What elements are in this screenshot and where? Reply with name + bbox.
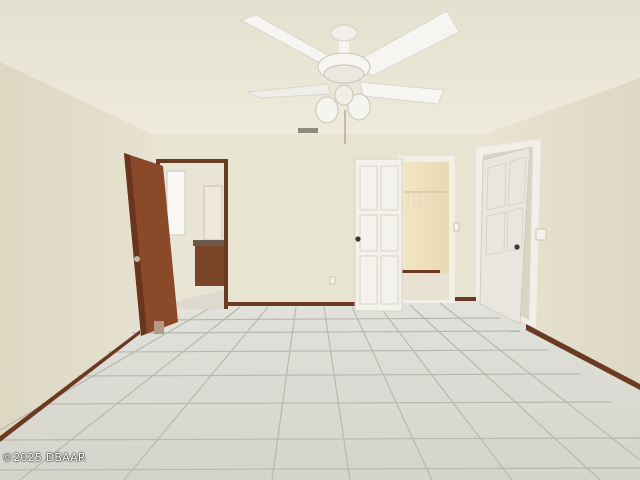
closet-baseboard — [402, 270, 440, 273]
floor-object — [154, 321, 164, 334]
wall-outlet — [329, 276, 336, 285]
room-photo — [0, 0, 640, 480]
closet-interior — [402, 162, 449, 274]
fan-light-1 — [315, 96, 339, 124]
light-switch-right[interactable] — [535, 228, 547, 241]
white-door-knob[interactable] — [355, 236, 361, 242]
bathroom-mirror — [203, 185, 223, 241]
ceiling-vent — [298, 128, 318, 133]
closet-floor — [402, 274, 449, 300]
fan-light-3 — [334, 84, 354, 106]
baseboard-back — [228, 302, 356, 306]
right-door-knob[interactable] — [514, 244, 520, 250]
copyright-watermark: ©2025 DBAAR — [2, 451, 86, 464]
wood-door-knob[interactable] — [134, 256, 140, 262]
bathroom-window — [166, 170, 186, 236]
white-panel-door[interactable] — [354, 158, 403, 312]
light-switch-closet[interactable] — [453, 222, 460, 232]
bathroom-vanity — [195, 244, 224, 286]
bathroom-countertop — [193, 240, 224, 246]
